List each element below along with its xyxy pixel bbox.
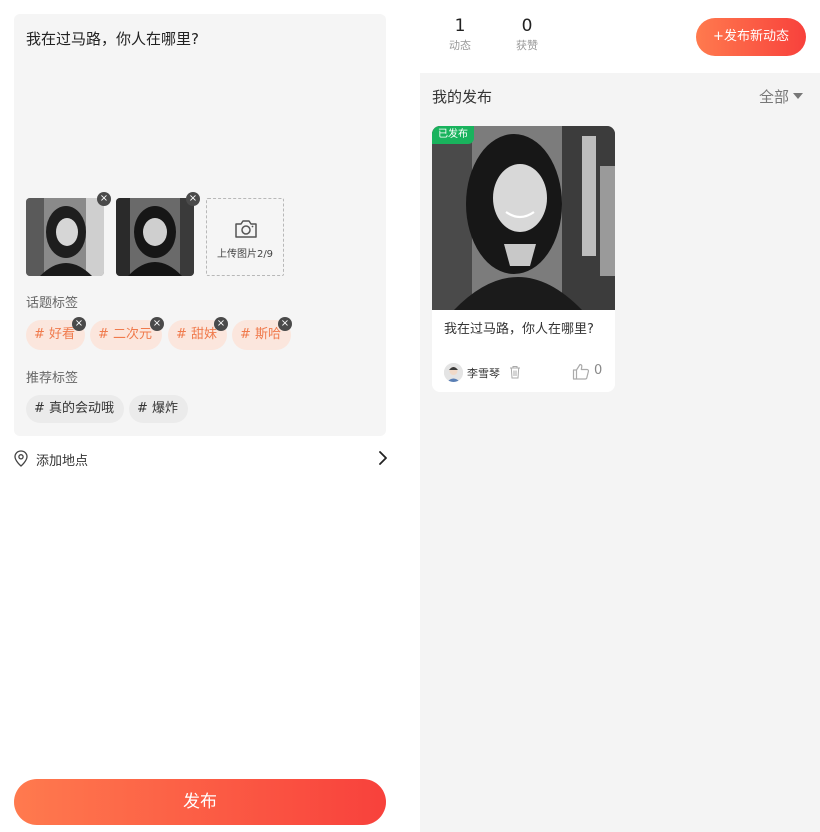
stat-posts-value: 1 (454, 16, 466, 36)
remove-topic-tag-button[interactable]: × (214, 317, 228, 331)
published-status-badge: 已发布 (432, 126, 474, 144)
location-pin-icon (14, 450, 28, 467)
new-post-button[interactable]: +发布新动态 (696, 18, 806, 56)
profile-stats-bar: 1 动态 0 获赞 +发布新动态 (420, 0, 820, 73)
stat-likes[interactable]: 0 获赞 (502, 14, 552, 54)
caret-down-icon (793, 93, 804, 99)
chevron-right-icon (379, 451, 387, 465)
like-count: 0 (594, 363, 603, 378)
remove-image-2-button[interactable]: × (186, 192, 200, 206)
upload-image-button[interactable]: 上传图片2/9 (206, 198, 284, 276)
post-editor[interactable]: 我在过马路，你人在哪里? × × 上传图片2/9 话题标签 # 好看 × # 二… (14, 14, 386, 436)
thumbs-up-icon (572, 363, 590, 380)
my-posts-title: 我的发布 (432, 88, 493, 106)
close-icon: × (188, 193, 198, 204)
stat-posts-label: 动态 (449, 39, 471, 52)
stat-likes-label: 获赞 (516, 39, 538, 52)
remove-topic-tag-button[interactable]: × (278, 317, 292, 331)
recommended-tag[interactable]: # 真的会动哦 (26, 395, 125, 423)
remove-topic-tag-button[interactable]: × (150, 317, 164, 331)
stat-posts[interactable]: 1 动态 (435, 14, 485, 54)
remove-topic-tag-button[interactable]: × (72, 317, 86, 331)
post-author-name: 李雪琴 (467, 367, 500, 380)
post-card-title: 我在过马路，你人在哪里? (444, 322, 594, 337)
recommended-tag[interactable]: # 爆炸 (129, 395, 189, 423)
stat-likes-value: 0 (521, 16, 533, 36)
camera-icon (235, 220, 257, 238)
close-icon: × (216, 318, 226, 329)
upload-count-label: 上传图片2/9 (216, 249, 274, 260)
close-icon: × (99, 193, 109, 204)
remove-image-1-button[interactable]: × (97, 192, 111, 206)
compose-panel: 我在过马路，你人在哪里? × × 上传图片2/9 话题标签 # 好看 × # 二… (0, 0, 400, 832)
uploaded-image-1[interactable] (26, 198, 104, 276)
recommended-tags-label: 推荐标签 (26, 371, 79, 386)
post-filter-dropdown[interactable]: 全部 (759, 86, 804, 107)
add-location-label: 添加地点 (36, 454, 89, 469)
filter-label: 全部 (759, 88, 790, 106)
my-posts-panel: 1 动态 0 获赞 +发布新动态 我的发布 全部 已发布 我在过马路，你人在哪里… (420, 0, 820, 832)
like-button[interactable]: 0 (572, 363, 602, 384)
uploaded-image-2[interactable] (116, 198, 194, 276)
topic-tags-label: 话题标签 (26, 296, 79, 311)
post-card[interactable]: 已发布 我在过马路，你人在哪里? 李雪琴 0 (432, 126, 615, 392)
add-location-row[interactable]: 添加地点 (14, 448, 388, 470)
post-text-input[interactable]: 我在过马路，你人在哪里? (26, 28, 366, 50)
publish-button[interactable]: 发布 (14, 779, 386, 825)
trash-icon[interactable] (509, 365, 521, 379)
post-cover-image (432, 126, 615, 310)
close-icon: × (152, 318, 162, 329)
close-icon: × (280, 318, 290, 329)
avatar (444, 363, 463, 382)
close-icon: × (74, 318, 84, 329)
